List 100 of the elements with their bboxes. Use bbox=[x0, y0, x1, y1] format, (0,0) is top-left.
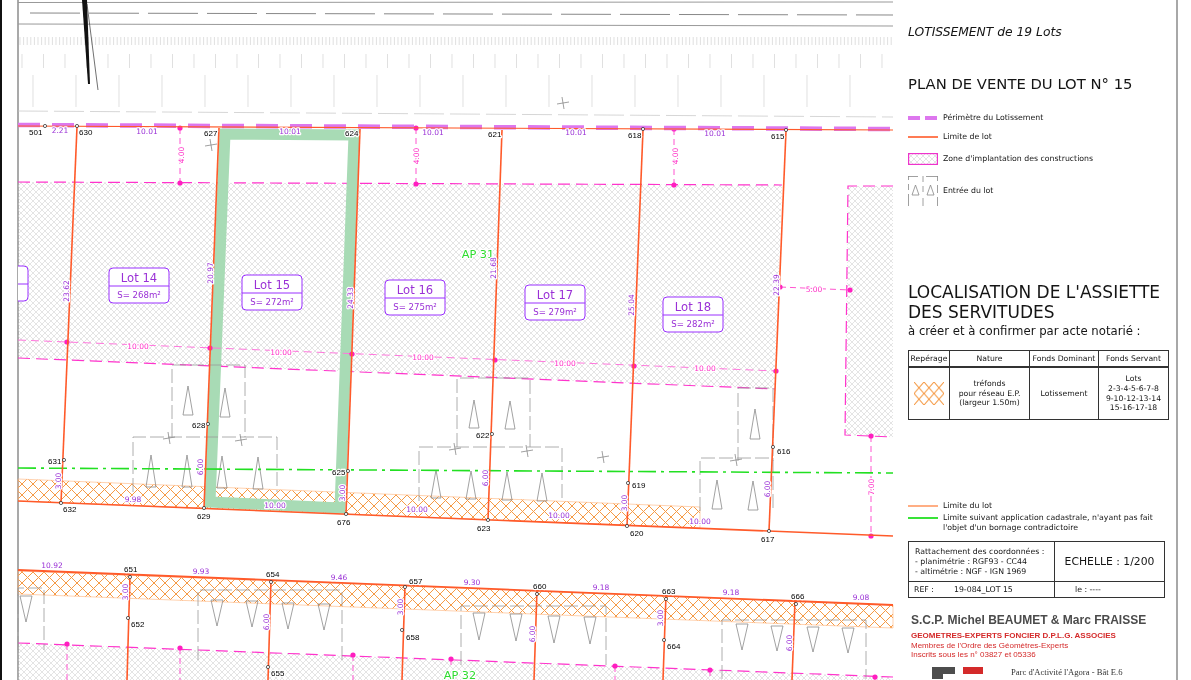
point-number: 501 bbox=[29, 128, 43, 137]
survey-marker-icon bbox=[206, 422, 210, 426]
section-subtitle: à créer et à confirmer par acte notarié : bbox=[908, 324, 1141, 339]
survey-marker-icon bbox=[771, 445, 775, 449]
line-swatch-icon bbox=[908, 136, 938, 138]
lot-name: Lot 14 bbox=[120, 270, 158, 285]
survey-marker-icon bbox=[626, 481, 630, 485]
dashed-line-swatch-icon bbox=[908, 116, 938, 120]
line-swatch-icon bbox=[908, 517, 938, 519]
plan-title: PLAN DE VENTE DU LOT N° 15 bbox=[908, 75, 1133, 93]
point-number: 655 bbox=[271, 669, 285, 678]
firm-profession: GEOMETRES-EXPERTS FONCIER D.P.L.G. ASSOCIES bbox=[911, 631, 1116, 641]
point-number: 621 bbox=[488, 130, 502, 139]
line-swatch-icon bbox=[908, 505, 938, 507]
survey-marker-icon bbox=[794, 602, 798, 606]
survey-marker-icon bbox=[400, 628, 404, 632]
survey-marker-icon bbox=[43, 124, 47, 128]
survey-marker-icon bbox=[126, 616, 130, 620]
survey-marker-icon bbox=[767, 529, 771, 533]
hatch-swatch-icon bbox=[908, 152, 938, 165]
survey-marker-icon bbox=[486, 518, 490, 522]
section-heading: LOCALISATION DE L'ASSIETTE DES SERVITUDES bbox=[908, 282, 1162, 322]
point-number: 651 bbox=[124, 565, 138, 574]
cross-mark-icon bbox=[520, 444, 534, 458]
point-number: 627 bbox=[204, 129, 218, 138]
point-number: 628 bbox=[192, 421, 206, 430]
point-number: 660 bbox=[533, 582, 547, 591]
point-number: 625 bbox=[332, 468, 346, 477]
lot-area: S= 282m² bbox=[671, 319, 715, 329]
scale-label: ECHELLE : 1/200 bbox=[1064, 555, 1155, 568]
point-number: 664 bbox=[667, 642, 681, 651]
lot-name: Lot 15 bbox=[253, 277, 291, 292]
dimension-line bbox=[177, 125, 183, 186]
firm-registration: Inscrits sous les n° 03827 et 05336 bbox=[911, 650, 1036, 659]
lot-area: S= 275m² bbox=[393, 302, 437, 312]
point-number: 658 bbox=[406, 633, 420, 642]
point-number: 615 bbox=[771, 132, 785, 141]
point-number: 619 bbox=[632, 481, 646, 490]
point-number: 622 bbox=[476, 431, 490, 440]
hatch-swatch-icon bbox=[914, 381, 944, 405]
firm-name: S.C.P. Michel BEAUMET & Marc FRAISSE bbox=[911, 613, 1147, 627]
survey-marker-icon bbox=[662, 638, 666, 642]
survey-marker-icon bbox=[664, 597, 668, 601]
point-number: 620 bbox=[630, 529, 644, 538]
point-number: 657 bbox=[409, 577, 423, 586]
project-subtitle: LOTISSEMENT de 19 Lots bbox=[908, 25, 1062, 40]
dimension-line bbox=[64, 641, 70, 680]
cross-mark-icon bbox=[556, 96, 570, 110]
survey-marker-icon bbox=[403, 585, 407, 589]
dimension-line bbox=[612, 663, 618, 680]
lot-area: S= 272m² bbox=[250, 297, 294, 307]
survey-marker-icon bbox=[641, 127, 645, 131]
survey-marker-icon bbox=[625, 524, 629, 528]
survey-marker-icon bbox=[75, 124, 79, 128]
logo-icon bbox=[932, 667, 983, 679]
lot-label-box bbox=[17, 265, 29, 302]
point-number: 652 bbox=[131, 620, 145, 629]
firm-address: Parc d'Activité l'Agora - Bât E.6 bbox=[1011, 667, 1123, 677]
point-number: 629 bbox=[197, 512, 211, 521]
lot-area: S= 279m² bbox=[533, 307, 577, 317]
survey-marker-icon bbox=[59, 501, 63, 505]
cross-mark-icon bbox=[204, 138, 218, 152]
dimension-line bbox=[413, 125, 419, 187]
lot-label-box bbox=[241, 274, 303, 311]
firm-membership: Membres de l'Ordre des Géomètres-Experts bbox=[911, 641, 1069, 650]
survey-marker-icon bbox=[269, 580, 273, 584]
point-number: 663 bbox=[662, 587, 676, 596]
point-number: 623 bbox=[477, 524, 491, 533]
survey-marker-icon bbox=[202, 506, 206, 510]
point-number: 616 bbox=[777, 447, 791, 456]
survey-marker-icon bbox=[128, 575, 132, 579]
point-number: 630 bbox=[79, 128, 93, 137]
point-number: 632 bbox=[63, 505, 77, 514]
cross-mark-icon bbox=[596, 450, 610, 464]
survey-marker-icon bbox=[344, 512, 348, 516]
north-arrow-icon bbox=[82, 0, 99, 91]
survey-marker-icon bbox=[490, 432, 494, 436]
lot-area: S= 268m² bbox=[117, 290, 161, 300]
parcel-label: AP 32 bbox=[443, 668, 477, 680]
lot-name: Lot 16 bbox=[396, 282, 434, 297]
point-number: 624 bbox=[345, 129, 359, 138]
point-number: 631 bbox=[48, 457, 62, 466]
point-number: 666 bbox=[791, 592, 805, 601]
dimension-line bbox=[872, 674, 878, 680]
point-number: 617 bbox=[761, 535, 775, 544]
survey-marker-icon bbox=[784, 128, 788, 132]
dimension-line bbox=[350, 652, 356, 680]
lot-name: Lot 18 bbox=[674, 299, 712, 314]
cross-mark-icon bbox=[234, 433, 248, 447]
survey-marker-icon bbox=[346, 469, 350, 473]
point-number: 654 bbox=[266, 570, 280, 579]
dimension-line bbox=[177, 645, 183, 680]
dimension-line bbox=[448, 656, 454, 666]
survey-marker-icon bbox=[535, 592, 539, 596]
lot-name: Lot 17 bbox=[536, 287, 574, 302]
cross-mark-icon bbox=[162, 431, 176, 445]
cross-mark-icon bbox=[448, 442, 462, 456]
survey-marker-icon bbox=[266, 665, 270, 669]
survey-marker-icon bbox=[62, 458, 66, 462]
point-number: 676 bbox=[337, 518, 351, 527]
